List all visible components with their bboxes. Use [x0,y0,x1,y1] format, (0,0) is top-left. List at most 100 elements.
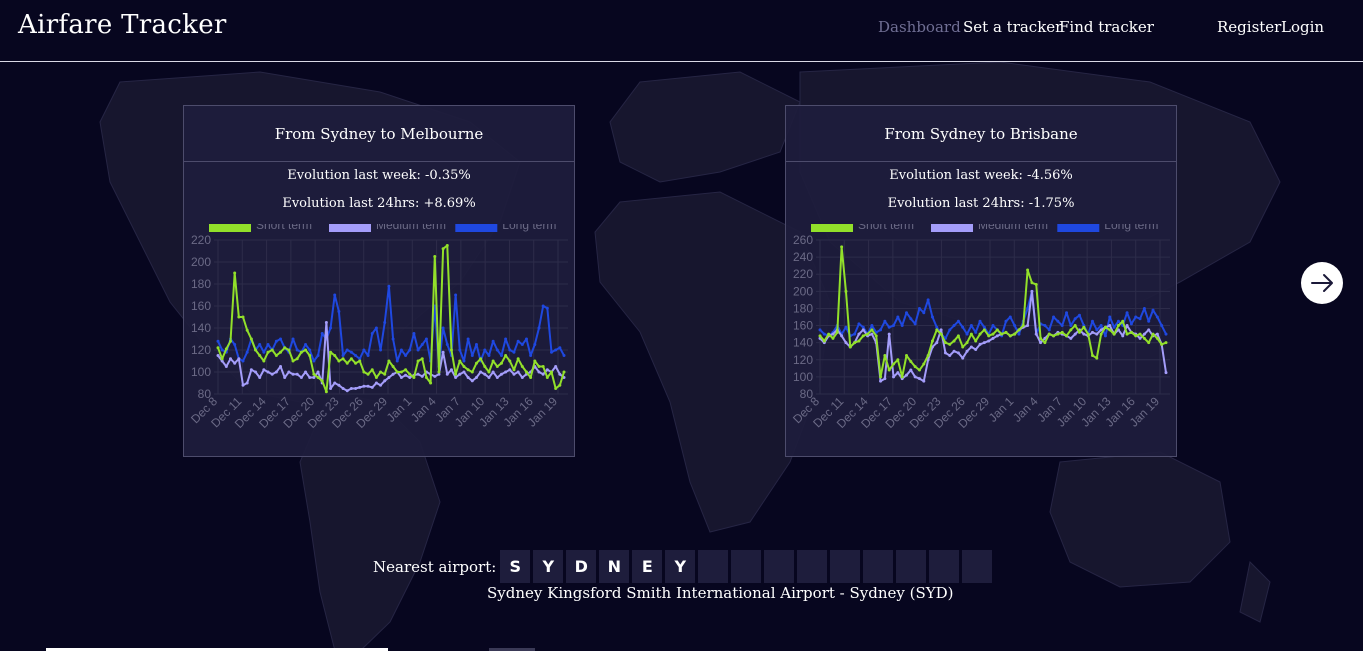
airport-letter-box[interactable] [698,550,729,583]
data-point [1160,342,1164,346]
data-point [412,376,416,379]
legend-swatch[interactable] [209,224,251,232]
data-point [474,376,478,379]
x-tick-label: Jan 4 [408,394,439,425]
navbar: Airfare Tracker Dashboard Set a tracker … [0,0,1363,62]
data-point [487,354,491,357]
data-point [1060,324,1064,328]
airport-letter-box[interactable]: Y [665,550,696,583]
nav-find-tracker[interactable]: Find tracker [1059,18,1154,36]
data-point [541,304,545,308]
data-point [1065,334,1069,338]
airport-letter-box[interactable] [797,550,828,583]
data-point [1069,328,1073,332]
airport-letter-boxes[interactable]: SYDNEY [500,550,995,583]
airport-letter-box[interactable]: S [500,550,531,583]
series-line [217,321,565,392]
data-point [913,375,917,379]
data-point [491,359,495,363]
airport-letter-box[interactable] [896,550,927,583]
legend-label[interactable]: Long term [502,224,556,232]
y-tick-label: 180 [793,301,813,315]
data-point [349,387,353,390]
data-point [1030,289,1034,293]
data-point [1112,332,1116,336]
data-point [1099,332,1103,336]
data-point [383,321,387,324]
data-point [416,348,420,352]
data-point [1164,371,1168,375]
legend-label[interactable]: Long term [1104,224,1158,232]
legend-label[interactable]: Short term [858,224,914,232]
data-point [1142,336,1146,340]
airport-letter-box[interactable] [962,550,993,583]
data-point [299,376,303,379]
legend-label[interactable]: Medium term [376,224,446,232]
data-point [237,315,241,319]
data-point [545,368,549,372]
data-point [861,334,865,338]
data-point [266,343,270,346]
airport-letter-box[interactable] [929,550,960,583]
nav-set-tracker[interactable]: Set a tracker [963,18,1062,36]
legend-label[interactable]: Short term [256,224,312,232]
airport-letter-box[interactable]: D [566,550,597,583]
airport-letter-box[interactable] [731,550,762,583]
data-point [316,370,320,374]
y-tick-label: 160 [793,319,813,333]
legend-swatch[interactable] [811,224,853,232]
next-button[interactable] [1301,262,1343,304]
data-point [516,339,520,343]
legend-label[interactable]: Medium term [978,224,1048,232]
data-point [857,332,861,336]
data-point [504,354,508,357]
data-point [909,368,913,372]
data-point [466,368,470,372]
data-point [1034,332,1038,336]
data-point [549,350,553,354]
data-point [474,343,478,346]
data-point [1047,332,1051,336]
airport-letter-box[interactable] [863,550,894,583]
nav-dashboard[interactable]: Dashboard [878,18,961,36]
data-point [299,350,303,354]
data-point [224,365,228,368]
data-point [887,368,891,372]
data-point [274,370,278,374]
nav-login[interactable]: Login [1281,18,1324,36]
data-point [512,368,516,372]
data-point [1039,341,1043,345]
data-point [387,359,391,363]
airport-letter-box[interactable]: N [599,550,630,583]
data-point [883,354,887,357]
airport-letter-box[interactable]: Y [533,550,564,583]
legend-swatch[interactable] [329,224,371,232]
brand-logo[interactable]: Airfare Tracker [18,10,227,40]
data-point [341,387,345,390]
data-point [454,293,458,297]
airport-letter-box[interactable]: E [632,550,663,583]
data-point [337,383,341,387]
data-point [900,375,904,379]
data-point [345,361,349,365]
y-tick-label: 140 [191,321,211,335]
nav-register[interactable]: Register [1217,18,1281,36]
legend-swatch[interactable] [1057,224,1100,232]
legend-swatch[interactable] [455,224,498,232]
evolution-week: Evolution last week: -4.56% [889,168,1073,183]
data-point [495,348,499,352]
data-point [433,255,437,258]
data-point [512,350,516,354]
airport-letter-box[interactable] [764,550,795,583]
data-point [1147,341,1151,345]
data-point [399,376,403,379]
data-point [249,337,253,341]
airport-letter-box[interactable] [830,550,861,583]
data-point [262,368,266,372]
data-point [982,325,986,329]
legend-swatch[interactable] [931,224,973,232]
y-tick-label: 200 [793,284,813,298]
data-point [224,347,228,351]
data-point [279,365,283,368]
data-point [270,372,274,376]
